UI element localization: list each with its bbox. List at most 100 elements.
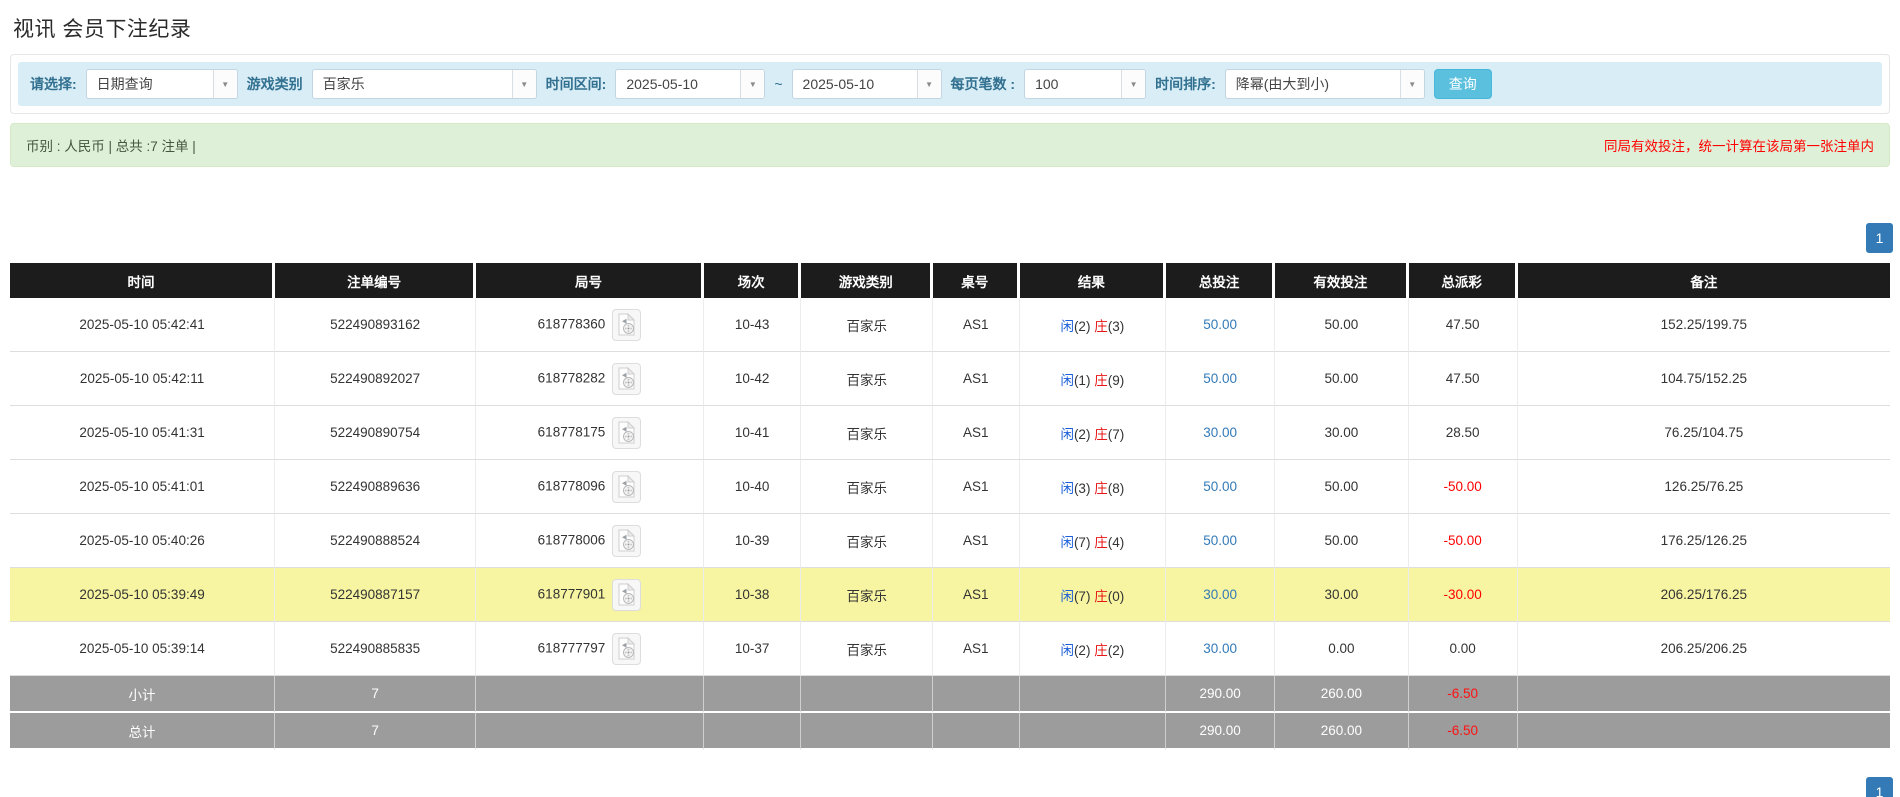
- date-to-combobox[interactable]: 2025-05-10 ▼: [791, 69, 942, 99]
- video-replay-button[interactable]: [612, 524, 642, 557]
- page-size-combobox[interactable]: 100 ▼: [1024, 69, 1147, 99]
- round-id: 618777797: [537, 640, 606, 656]
- table-row: 2025-05-10 05:41:01 522490889636 6187780…: [10, 460, 1890, 514]
- player-result-label: 闲: [1060, 318, 1074, 334]
- remark-cell: 76.25/104.75: [1517, 406, 1890, 460]
- session-cell: 10-39: [703, 514, 802, 568]
- bets-table: 时间 注单编号 局号 场次 游戏类别 桌号 结果 总投注 有效投注 总派彩 备注…: [10, 263, 1890, 750]
- banker-result-label: 庄: [1094, 588, 1108, 604]
- subtotal-total-bet: 290.00: [1166, 676, 1276, 713]
- session-cell: 10-43: [703, 298, 802, 352]
- total-bet-cell: 50.00: [1166, 298, 1276, 352]
- session-cell: 10-42: [703, 352, 802, 406]
- search-button[interactable]: 查询: [1433, 69, 1492, 99]
- result-cell: 闲(1) 庄(9): [1019, 352, 1167, 406]
- chevron-down-icon: ▼: [1121, 70, 1146, 98]
- total-row: 总计 7 290.00 260.00 -6.50: [10, 713, 1890, 750]
- game-type-cell: 百家乐: [801, 298, 934, 352]
- banker-result-count: (4): [1107, 534, 1125, 550]
- session-cell: 10-37: [703, 622, 802, 676]
- chevron-down-icon: ▼: [916, 70, 941, 98]
- video-replay-button[interactable]: [612, 470, 642, 503]
- total-bet-link[interactable]: 50.00: [1203, 533, 1237, 548]
- result-cell: 闲(2) 庄(3): [1019, 298, 1167, 352]
- time-sort-value: 降幂(由大到小): [1235, 76, 1330, 92]
- remark-cell: 206.25/176.25: [1517, 568, 1890, 622]
- video-replay-button[interactable]: [612, 416, 642, 449]
- game-type-cell: 百家乐: [801, 568, 934, 622]
- column-header-payout: 总派彩: [1408, 263, 1518, 298]
- chevron-down-icon: ▼: [740, 70, 765, 98]
- total-valid-bet: 260.00: [1275, 713, 1409, 750]
- banker-result-label: 庄: [1094, 480, 1108, 496]
- video-icon: [618, 312, 636, 335]
- valid-bet-cell: 50.00: [1275, 298, 1409, 352]
- page-size-value: 100: [1035, 76, 1059, 92]
- total-bet-link[interactable]: 30.00: [1203, 425, 1237, 440]
- valid-bet-cell: 30.00: [1275, 406, 1409, 460]
- total-bet-link[interactable]: 50.00: [1203, 317, 1237, 332]
- banker-result-count: (9): [1107, 372, 1125, 388]
- subtotal-label: 小计: [10, 676, 276, 713]
- player-result-count: (2): [1073, 642, 1091, 658]
- game-type-value: 百家乐: [322, 76, 365, 92]
- table-row: 2025-05-10 05:41:31 522490890754 6187781…: [10, 406, 1890, 460]
- table-no-cell: AS1: [933, 406, 1020, 460]
- game-type-cell: 百家乐: [801, 352, 934, 406]
- total-bet-link[interactable]: 30.00: [1203, 641, 1237, 656]
- bet-id-cell: 522490885835: [275, 622, 477, 676]
- total-bet-cell: 30.00: [1166, 622, 1276, 676]
- game-type-cell: 百家乐: [801, 460, 934, 514]
- total-bet-link[interactable]: 50.00: [1203, 371, 1237, 386]
- time-sort-label: 时间排序:: [1155, 76, 1216, 92]
- total-total-bet: 290.00: [1166, 713, 1276, 750]
- remark-cell: 176.25/126.25: [1517, 514, 1890, 568]
- video-replay-button[interactable]: [612, 362, 642, 395]
- date-from-combobox[interactable]: 2025-05-10 ▼: [615, 69, 766, 99]
- video-replay-button[interactable]: [612, 632, 642, 665]
- page-1-button[interactable]: 1: [1866, 777, 1893, 797]
- game-type-label: 游戏类别: [246, 76, 303, 92]
- player-result-label: 闲: [1060, 372, 1074, 388]
- video-replay-button[interactable]: [612, 578, 642, 611]
- payout-cell: 28.50: [1408, 406, 1518, 460]
- column-header-remark: 备注: [1517, 263, 1890, 298]
- time-cell: 2025-05-10 05:41:31: [10, 406, 276, 460]
- round-id: 618778006: [537, 532, 606, 548]
- valid-bet-cell: 50.00: [1275, 514, 1409, 568]
- session-cell: 10-38: [703, 568, 802, 622]
- round-id-cell: 618778006: [476, 514, 704, 568]
- round-id: 618778096: [537, 478, 606, 494]
- video-replay-button[interactable]: [612, 308, 642, 341]
- date-to-value: 2025-05-10: [802, 76, 875, 92]
- column-header-table-no: 桌号: [933, 263, 1020, 298]
- summary-bar: 币别 : 人民币 | 总共 :7 注单 | 同局有效投注，统一计算在该局第一张注…: [10, 123, 1890, 167]
- game-type-combobox[interactable]: 百家乐 ▼: [311, 69, 537, 99]
- banker-result-count: (8): [1107, 480, 1125, 496]
- bet-id-cell: 522490892027: [275, 352, 477, 406]
- payout-cell: -50.00: [1408, 514, 1518, 568]
- page-1-button[interactable]: 1: [1866, 223, 1893, 253]
- payout-cell: 47.50: [1408, 352, 1518, 406]
- column-header-valid-bet: 有效投注: [1275, 263, 1409, 298]
- valid-bet-cell: 50.00: [1275, 460, 1409, 514]
- time-cell: 2025-05-10 05:42:41: [10, 298, 276, 352]
- total-bet-cell: 30.00: [1166, 406, 1276, 460]
- table-no-cell: AS1: [933, 460, 1020, 514]
- bet-id-cell: 522490888524: [275, 514, 477, 568]
- time-range-label: 时间区间:: [545, 76, 607, 92]
- time-sort-combobox[interactable]: 降幂(由大到小) ▼: [1224, 69, 1425, 99]
- video-icon: [618, 582, 636, 605]
- currency-total-text: 币别 : 人民币 | 总共 :7 注单 |: [26, 139, 196, 154]
- column-header-result: 结果: [1019, 263, 1167, 298]
- banker-result-count: (3): [1107, 318, 1125, 334]
- time-cell: 2025-05-10 05:42:11: [10, 352, 276, 406]
- total-bet-link[interactable]: 50.00: [1203, 479, 1237, 494]
- total-bet-link[interactable]: 30.00: [1203, 587, 1237, 602]
- query-type-combobox[interactable]: 日期查询 ▼: [85, 69, 238, 99]
- time-cell: 2025-05-10 05:39:49: [10, 568, 276, 622]
- round-id: 618778282: [537, 370, 606, 386]
- valid-bet-cell: 30.00: [1275, 568, 1409, 622]
- time-cell: 2025-05-10 05:40:26: [10, 514, 276, 568]
- player-result-label: 闲: [1060, 426, 1074, 442]
